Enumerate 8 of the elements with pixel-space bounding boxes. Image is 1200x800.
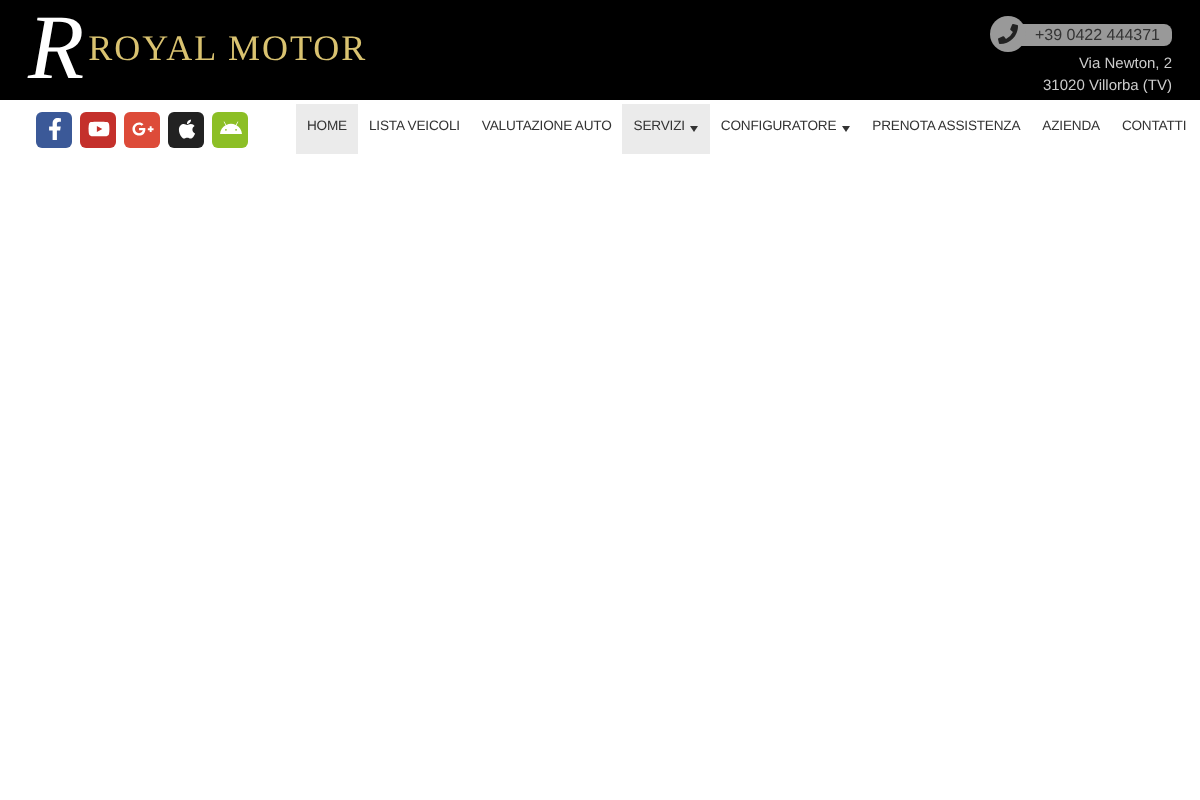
google-plus-icon[interactable]: [124, 111, 160, 147]
apple-icon[interactable]: [168, 111, 204, 147]
phone-number: +39 0422 444371: [1018, 23, 1172, 45]
facebook-icon[interactable]: [36, 111, 72, 147]
phone-icon: [990, 16, 1027, 52]
youtube-icon[interactable]: [80, 111, 116, 147]
brand-name: ROYAL MOTOR: [88, 28, 368, 68]
logo-letter: R: [28, 2, 85, 94]
